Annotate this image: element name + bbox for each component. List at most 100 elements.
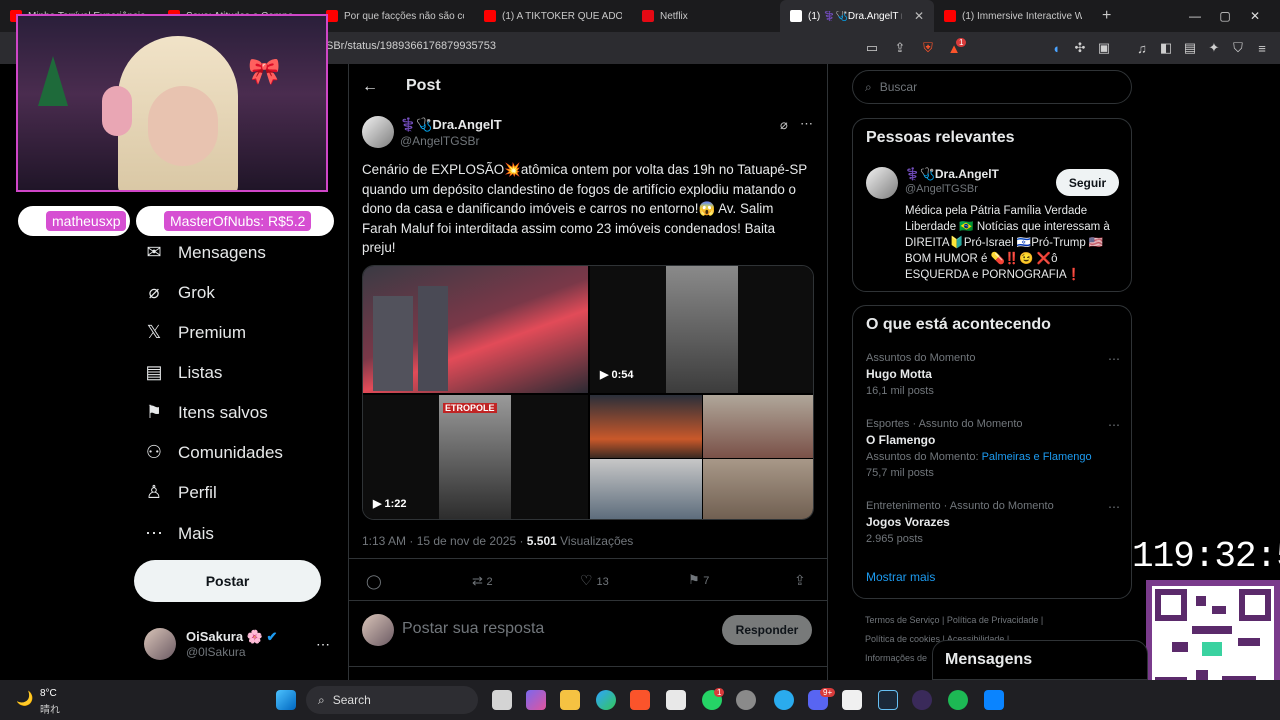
vpn-icon[interactable]: ⛉ — [1228, 38, 1248, 58]
browser-tab[interactable]: (1) A TIKTOKER QUE ADOTO — [474, 0, 632, 32]
grok-icon[interactable]: ⌀ — [780, 117, 788, 133]
obs-icon[interactable] — [912, 690, 932, 710]
person-name[interactable]: ⚕️🩺Dra.AngelT — [905, 167, 999, 181]
footer-links-1[interactable]: Termos de Serviço | Política de Privacid… — [865, 615, 1043, 625]
trend-item[interactable]: Entretenimento · Assunto do Momento Jogos… — [866, 500, 1120, 545]
nav-label: Mensagens — [178, 242, 266, 262]
person-handle[interactable]: @AngelTGSBr — [905, 183, 978, 195]
weather-icon[interactable]: 🌙 — [16, 690, 33, 707]
ai-icon[interactable]: ✦ — [1204, 38, 1224, 58]
video-2-duration: ▶ 1:22 — [373, 498, 407, 510]
trend-related-link[interactable]: Palmeiras e Flamengo — [982, 451, 1092, 463]
share-post-icon[interactable]: ⇪ — [794, 572, 806, 589]
back-arrow-icon[interactable]: ← — [362, 78, 378, 96]
browser-tab[interactable]: Netflix — [632, 0, 780, 32]
media-video-2[interactable]: ETROPOLE ▶ 1:22 — [363, 395, 588, 519]
nav-item-comunidades[interactable]: ⚇ Comunidades — [144, 442, 283, 463]
menu-icon[interactable]: ≡ — [1252, 38, 1272, 58]
reply-icon[interactable]: ◯ — [366, 573, 382, 590]
leo-icon[interactable]: ◖ — [1046, 38, 1066, 58]
trend-item[interactable]: Assuntos do Momento Hugo Motta 16,1 mil po… — [866, 352, 1120, 397]
spotify-icon[interactable] — [948, 690, 968, 710]
show-more-link[interactable]: Mostrar mais — [866, 570, 935, 584]
author-avatar[interactable] — [362, 116, 394, 148]
follow-button[interactable]: Seguir — [1056, 169, 1119, 196]
account-switcher[interactable]: OiSakura 🌸 ✔ @0lSakura — [144, 628, 277, 660]
copilot-icon[interactable] — [526, 690, 546, 710]
search-input[interactable]: Buscar — [880, 80, 917, 94]
trend-more-icon[interactable]: ⋯ — [1108, 418, 1120, 432]
telegram-icon[interactable] — [774, 690, 794, 710]
edge-icon[interactable] — [596, 690, 616, 710]
nav-item-perfil[interactable]: ♙ Perfil — [144, 482, 217, 503]
reply-input[interactable]: Postar sua resposta — [402, 620, 544, 638]
footer-links-3[interactable]: Informações de — [865, 653, 927, 663]
music-icon[interactable]: ♫ — [1132, 38, 1152, 58]
like-button[interactable]: ♡ 13 — [580, 572, 609, 589]
account-name: OiSakura 🌸 ✔ — [186, 629, 278, 644]
author-name[interactable]: ⚕️🩺Dra.AngelT — [400, 117, 502, 133]
post-more-icon[interactable]: ⋯ — [800, 116, 813, 132]
reply-button[interactable]: Responder — [722, 615, 812, 645]
trend-more-icon[interactable]: ⋯ — [1108, 500, 1120, 514]
nav-item-grok[interactable]: ⌀ Grok — [144, 282, 215, 303]
messages-drawer[interactable]: Mensagens — [932, 640, 1148, 680]
trend-title: Jogos Vorazes — [866, 515, 950, 529]
collage-roof — [703, 395, 813, 458]
minimize-icon[interactable]: — — [1180, 0, 1210, 32]
nav-perfil-icon: ♙ — [145, 482, 163, 502]
nav-label: Grok — [178, 282, 215, 302]
wallet2-icon[interactable]: ▤ — [1180, 38, 1200, 58]
person-avatar[interactable] — [866, 167, 898, 199]
media-photo-explosion[interactable] — [363, 266, 588, 393]
media-video-1[interactable]: ▶ 0:54 — [590, 266, 813, 393]
video-2-frame — [439, 395, 511, 519]
address-text[interactable]: SBr/status/1989366176879935753 — [326, 40, 496, 52]
sidebar-toggle-icon[interactable]: ◧ — [1156, 38, 1176, 58]
post-button[interactable]: Postar — [134, 560, 321, 602]
file-explorer-icon[interactable] — [560, 690, 580, 710]
bow-decoration: 🎀 — [248, 56, 281, 86]
browser-tab[interactable]: Por que facções não são con — [316, 0, 474, 32]
divider — [348, 558, 828, 559]
taskbar-search[interactable]: ⌕ Search — [306, 686, 478, 714]
brave-shield-icon[interactable]: ⛨ — [918, 38, 938, 58]
new-tab-button[interactable]: + — [1092, 0, 1121, 32]
tab-close-icon[interactable]: ✕ — [914, 9, 924, 23]
share-icon[interactable]: ⇪ — [890, 38, 910, 58]
vscode-icon[interactable] — [984, 690, 1004, 710]
browser-tab[interactable]: (1) Immersive Interactive Wa — [934, 0, 1092, 32]
nav-item-premium[interactable]: 𝕏 Premium — [144, 322, 246, 343]
store-icon[interactable] — [666, 690, 686, 710]
post-meta: 1:13 AM · 15 de nov de 2025 · 5.501 Visu… — [362, 534, 634, 548]
news-overlay: ETROPOLE — [443, 403, 497, 413]
author-handle[interactable]: @AngelTGSBr — [400, 134, 480, 148]
steam-icon[interactable] — [878, 690, 898, 710]
bookmark-button[interactable]: ⚑ 7 — [688, 572, 709, 588]
media-photo-collage[interactable] — [590, 395, 813, 519]
account-more-icon[interactable]: ⋯ — [316, 636, 330, 653]
nav-item-mensagens[interactable]: ✉ Mensagens — [144, 242, 266, 263]
app-icon[interactable] — [736, 690, 756, 710]
search-box[interactable]: ⌕ Buscar — [852, 70, 1132, 104]
cast-icon[interactable]: ▭ — [862, 38, 882, 58]
account-avatar — [144, 628, 176, 660]
repost-button[interactable]: ⇄ 2 — [472, 573, 493, 589]
person-bio: Médica pela Pátria Família Verdade Liber… — [905, 205, 1110, 281]
task-view-icon[interactable] — [492, 690, 512, 710]
trend-item[interactable]: Esportes · Assunto do Momento O Flamengo A… — [866, 418, 1120, 479]
nav-item-itens-salvos[interactable]: ⚑ Itens salvos — [144, 402, 268, 423]
relevant-title: Pessoas relevantes — [866, 129, 1015, 146]
extensions-icon[interactable]: ✣ — [1070, 38, 1090, 58]
windows-start-icon[interactable] — [276, 690, 296, 710]
capcut-icon[interactable] — [842, 690, 862, 710]
nav-label: Itens salvos — [178, 402, 268, 422]
browser-tab[interactable]: (1) ⚕️🩺Dra.AngelT no ✕ — [780, 0, 934, 32]
wallet-icon[interactable]: ▣ — [1094, 38, 1114, 58]
nav-item-listas[interactable]: ▤ Listas — [144, 362, 222, 383]
nav-item-mais[interactable]: ⋯ Mais — [144, 523, 214, 544]
maximize-icon[interactable]: ▢ — [1210, 0, 1240, 32]
trend-more-icon[interactable]: ⋯ — [1108, 352, 1120, 366]
brave-icon[interactable] — [630, 690, 650, 710]
close-window-icon[interactable]: ✕ — [1240, 0, 1270, 32]
